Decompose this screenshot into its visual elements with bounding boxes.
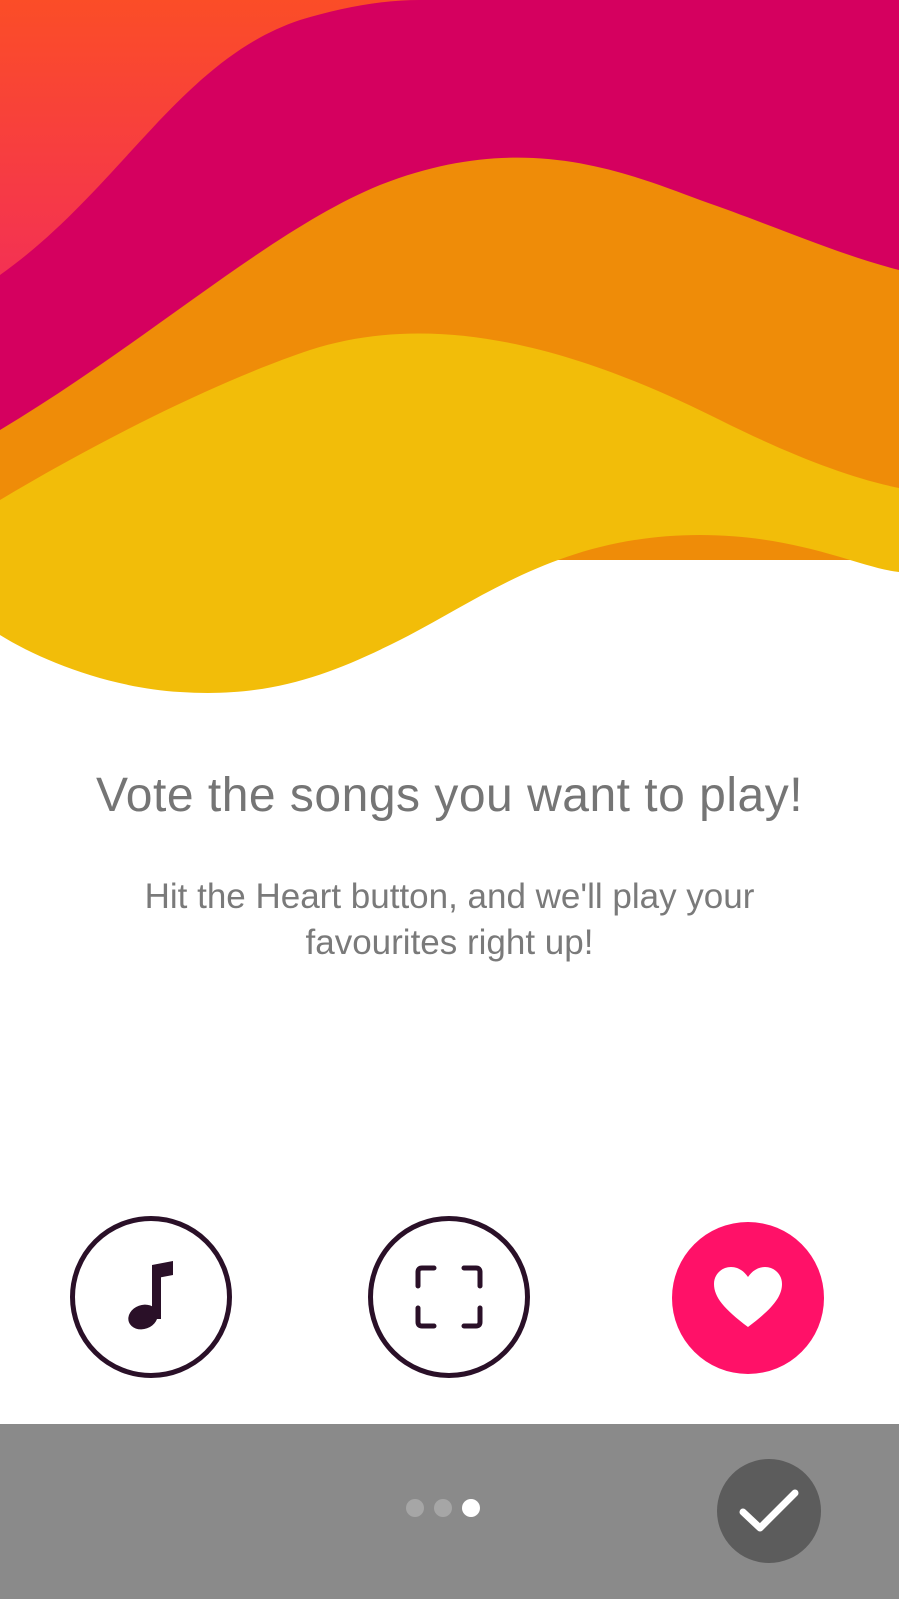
page-indicator bbox=[406, 1499, 480, 1517]
page-dot-2[interactable] bbox=[434, 1499, 452, 1517]
wave-header-illustration bbox=[0, 0, 899, 693]
onboarding-subtitle: Hit the Heart button, and we'll play you… bbox=[144, 877, 755, 962]
onboarding-title: Vote the songs you want to play! bbox=[95, 769, 804, 822]
page-dot-1[interactable] bbox=[406, 1499, 424, 1517]
onboarding-screen: Vote the songs you want to play! Hit the… bbox=[0, 0, 899, 1599]
heart-circle bbox=[672, 1222, 824, 1374]
music-note-icon bbox=[128, 1261, 173, 1330]
scan-frame-icon bbox=[415, 1265, 483, 1329]
scan-frame-circle bbox=[368, 1216, 530, 1378]
page-dot-3[interactable] bbox=[462, 1499, 480, 1517]
done-button[interactable] bbox=[717, 1459, 821, 1563]
heart-icon bbox=[714, 1267, 782, 1327]
checkmark-icon bbox=[739, 1489, 799, 1532]
music-note-circle bbox=[70, 1216, 232, 1378]
